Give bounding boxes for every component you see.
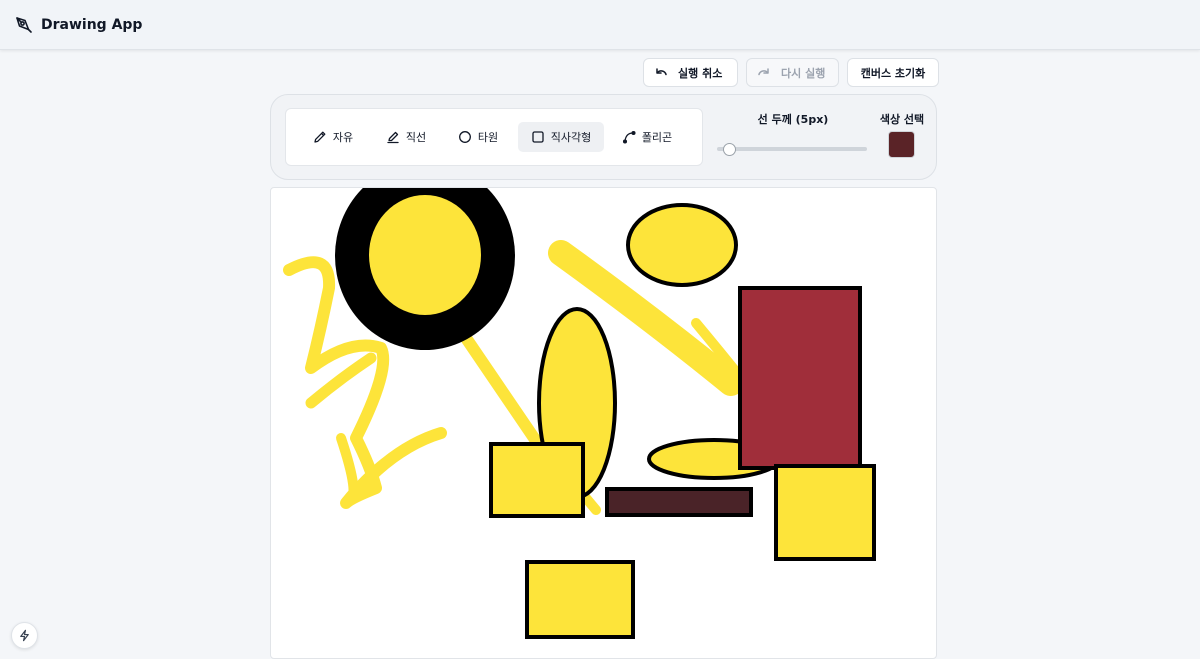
pencil-icon — [313, 130, 327, 144]
undo-icon — [654, 66, 668, 80]
tool-ellipse-label: 타원 — [477, 131, 499, 144]
history-controls: 실행 취소 다시 실행 캔버스 초기화 — [643, 58, 939, 87]
pen-icon — [386, 130, 400, 144]
tool-free-label: 자유 — [332, 131, 354, 144]
rectangle-shape — [525, 560, 635, 639]
tool-line[interactable]: 직선 — [374, 122, 438, 152]
square-icon — [531, 130, 545, 144]
redo-button[interactable]: 다시 실행 — [746, 58, 839, 87]
color-picker-swatch[interactable] — [888, 131, 915, 158]
tool-polygon-label: 폴리곤 — [641, 131, 673, 144]
drawing-canvas[interactable] — [270, 187, 937, 659]
color-picker-label: 색상 선택 — [879, 113, 925, 126]
redo-label: 다시 실행 — [781, 66, 826, 80]
stroke-width-label: 선 두께 (5px) — [757, 113, 829, 126]
canvas-drawing — [283, 188, 876, 639]
redo-icon — [757, 66, 771, 80]
reset-canvas-label: 캔버스 초기화 — [860, 66, 926, 80]
drawing-toolbar: 자유 직선 타원 직사각형 폴리곤 선 두께 (5px) 색상 선택 — [270, 94, 937, 180]
bolt-icon — [18, 629, 31, 642]
tool-rectangle[interactable]: 직사각형 — [518, 122, 604, 152]
tool-free[interactable]: 자유 — [300, 122, 366, 152]
circle-icon — [458, 130, 472, 144]
undo-label: 실행 취소 — [678, 66, 723, 80]
tool-polygon[interactable]: 폴리곤 — [612, 122, 682, 152]
tool-line-label: 직선 — [405, 131, 427, 144]
rectangle-shape — [489, 442, 585, 518]
tool-selector: 자유 직선 타원 직사각형 폴리곤 — [285, 108, 703, 166]
pen-tool-icon — [14, 15, 34, 35]
slider-thumb[interactable] — [722, 143, 736, 156]
stroke-width-slider[interactable] — [717, 143, 867, 156]
spline-icon — [622, 130, 636, 144]
rectangle-shape — [774, 464, 876, 561]
undo-button[interactable]: 실행 취소 — [643, 58, 738, 87]
rectangle-shape — [738, 286, 862, 470]
freehand-stroke — [336, 433, 359, 505]
tool-rectangle-label: 직사각형 — [550, 131, 592, 144]
ellipse-shape — [626, 203, 738, 287]
app-title: Drawing App — [41, 16, 143, 33]
reset-canvas-button[interactable]: 캔버스 초기화 — [847, 58, 939, 87]
rectangle-shape — [605, 487, 753, 517]
slider-track — [717, 147, 867, 151]
tool-ellipse[interactable]: 타원 — [446, 122, 510, 152]
activity-badge[interactable] — [11, 622, 38, 649]
line-stroke — [581, 493, 601, 515]
ring-inner-ellipse — [369, 195, 481, 315]
app-header: Drawing App — [0, 0, 1200, 50]
